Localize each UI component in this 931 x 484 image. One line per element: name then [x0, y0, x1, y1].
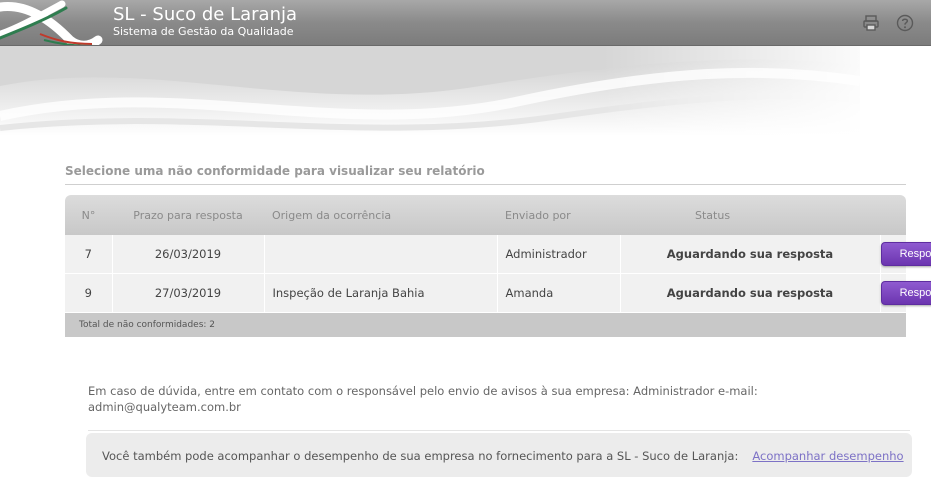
cell-enviado: Administrador: [497, 235, 621, 274]
column-header-status: Status: [620, 195, 880, 235]
help-icon[interactable]: [896, 14, 914, 32]
cell-prazo: 27/03/2019: [112, 273, 265, 313]
nonconformity-table: N° Prazo para resposta Origem da ocorrên…: [65, 195, 931, 337]
decorative-banner: [0, 46, 860, 136]
column-header-prazo: Prazo para resposta: [112, 195, 264, 235]
column-header-origem: Origem da ocorrência: [264, 195, 497, 235]
table-footer-total: Total de não conformidades: 2: [65, 313, 906, 337]
app-subtitle: Sistema de Gestão da Qualidade: [113, 25, 294, 38]
section-title: Selecione uma não conformidade para visu…: [65, 163, 906, 185]
respond-button[interactable]: Responder: [880, 242, 931, 266]
app-logo: [0, 0, 105, 45]
column-header-enviado: Enviado por: [497, 195, 620, 235]
respond-button[interactable]: Responder: [880, 281, 931, 305]
cell-enviado: Amanda: [497, 273, 621, 313]
cell-prazo: 26/03/2019: [112, 235, 265, 274]
table-row[interactable]: 9 27/03/2019 Inspeção de Laranja Bahia A…: [65, 273, 931, 313]
contact-info: Em caso de dúvida, entre em contato com …: [88, 383, 910, 431]
table-header-row: N° Prazo para resposta Origem da ocorrên…: [65, 195, 906, 235]
cell-num: 7: [65, 235, 113, 274]
performance-box: Você também pode acompanhar o desempenho…: [86, 433, 912, 477]
column-header-action: [880, 195, 906, 235]
print-icon[interactable]: [862, 14, 880, 32]
cell-origem: [264, 235, 498, 274]
cell-action: Responder: [880, 273, 931, 313]
cell-origem: Inspeção de Laranja Bahia: [264, 273, 498, 313]
cell-status: Aguardando sua resposta: [620, 235, 881, 274]
cell-action: Responder: [880, 235, 931, 274]
cell-num: 9: [65, 273, 113, 313]
table-row[interactable]: 7 26/03/2019 Administrador Aguardando su…: [65, 235, 931, 274]
performance-text: Você também pode acompanhar o desempenho…: [102, 449, 739, 463]
column-header-num: N°: [65, 195, 112, 235]
cell-status: Aguardando sua resposta: [620, 273, 881, 313]
app-title: SL - Suco de Laranja: [113, 4, 298, 25]
app-header: SL - Suco de Laranja Sistema de Gestão d…: [0, 0, 931, 46]
performance-link[interactable]: Acompanhar desempenho: [752, 449, 903, 463]
